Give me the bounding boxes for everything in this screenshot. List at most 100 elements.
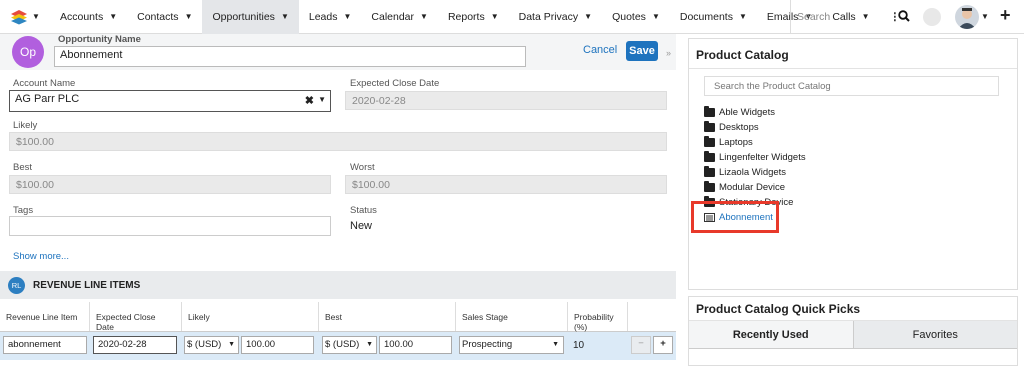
likely-label: Likely [13, 120, 38, 131]
tags-input[interactable] [9, 216, 331, 236]
nav-item-label: Quotes [612, 10, 646, 23]
search-placeholder: Search [797, 11, 831, 23]
best-label: Best [13, 162, 33, 173]
folder-icon [704, 106, 715, 117]
remove-row-button[interactable]: − [631, 336, 651, 354]
best-currency-select[interactable]: $ (USD) ▼ [322, 336, 377, 354]
record-view: Op Opportunity Name Abonnement Cancel Sa… [0, 34, 676, 366]
nav-item-reports[interactable]: Reports ▼ [438, 0, 509, 34]
col-expected-close-date[interactable]: Expected Close Date [90, 302, 182, 332]
catalog-search-input[interactable]: Search the Product Catalog [704, 76, 999, 96]
nav-item-calendar[interactable]: Calendar ▼ [361, 0, 438, 34]
chevron-down-icon[interactable]: ▼ [281, 12, 289, 21]
account-name-label: Account Name [13, 78, 76, 89]
col-probability[interactable]: Probability (%) [568, 302, 628, 332]
user-menu-chevron-icon[interactable]: ▼ [981, 12, 989, 21]
nav-item-quotes[interactable]: Quotes ▼ [602, 0, 670, 34]
nav-item-leads[interactable]: Leads ▼ [299, 0, 362, 34]
quick-create-plus-icon[interactable]: + [1000, 5, 1011, 26]
col-best[interactable]: Best [319, 302, 456, 331]
catalog-folder[interactable]: Modular Device [704, 180, 806, 195]
nav-item-label: Accounts [60, 10, 104, 23]
status-label: Status [350, 205, 377, 216]
add-row-button[interactable]: + [653, 336, 673, 354]
rli-probability-value: 10 [573, 340, 585, 351]
show-more-link[interactable]: Show more... [13, 251, 69, 262]
search-icon[interactable] [898, 10, 910, 22]
global-search-input[interactable]: Search [790, 0, 920, 34]
opportunity-name-input[interactable]: Abonnement [54, 46, 526, 67]
catalog-folder[interactable]: Desktops [704, 120, 806, 135]
chevron-down-icon[interactable]: ▼ [420, 12, 428, 21]
col-likely[interactable]: Likely [182, 302, 319, 331]
folder-label: Lingenfelter Widgets [719, 152, 806, 163]
user-avatar[interactable] [955, 5, 979, 29]
account-name-value: AG Parr PLC [15, 93, 80, 105]
nav-item-contacts[interactable]: Contacts ▼ [127, 0, 202, 34]
chevron-down-icon[interactable]: ▼ [652, 12, 660, 21]
catalog-folder[interactable]: Laptops [704, 135, 806, 150]
folder-icon [704, 151, 715, 162]
nav-item-data-privacy[interactable]: Data Privacy ▼ [509, 0, 602, 34]
user-photo-icon [958, 8, 976, 29]
opportunity-module-icon: Op [12, 36, 44, 68]
col-sales-stage[interactable]: Sales Stage [456, 302, 568, 331]
rli-table-header: Revenue Line Item Expected Close Date Li… [0, 302, 676, 332]
panel-collapse-handle[interactable]: » [666, 48, 671, 58]
save-button[interactable]: Save [626, 41, 658, 61]
rli-likely-input[interactable]: 100.00 [241, 336, 314, 354]
folder-label: Desktops [719, 122, 759, 133]
likely-field: $100.00 [9, 132, 667, 151]
folder-icon [704, 121, 715, 132]
app-logo-menu[interactable]: ▼ [0, 0, 50, 34]
chevron-down-icon: ▼ [366, 341, 373, 348]
tab-recently-used[interactable]: Recently Used [689, 321, 853, 348]
folder-label: Laptops [719, 137, 753, 148]
opportunity-name-label: Opportunity Name [58, 34, 141, 45]
col-revenue-line-item[interactable]: Revenue Line Item [0, 302, 90, 331]
worst-label: Worst [350, 162, 375, 173]
folder-label: Modular Device [719, 182, 785, 193]
nav-item-documents[interactable]: Documents ▼ [670, 0, 757, 34]
chevron-down-icon[interactable]: ▼ [185, 12, 193, 21]
rli-best-input[interactable]: 100.00 [379, 336, 452, 354]
clear-icon[interactable]: ✖ [305, 94, 314, 107]
rli-row: abonnement 2020-02-28 $ (USD) ▼ 100.00 $ … [0, 332, 676, 360]
status-value[interactable]: New [350, 220, 372, 232]
catalog-folder[interactable]: Able Widgets [704, 105, 806, 120]
catalog-folder[interactable]: Lingenfelter Widgets [704, 150, 806, 165]
chevron-down-icon[interactable]: ▼ [584, 12, 592, 21]
rli-panel-header[interactable]: RL REVENUE LINE ITEMS [0, 271, 676, 299]
nav-item-opportunities[interactable]: Opportunities ▼ [202, 0, 299, 34]
quick-picks-tabs: Recently Used Favorites [689, 321, 1017, 349]
tab-favorites[interactable]: Favorites [852, 321, 1017, 348]
chevron-down-icon[interactable]: ▼ [109, 12, 117, 21]
rli-item-input[interactable]: abonnement [3, 336, 87, 354]
chevron-down-icon[interactable]: ▼ [739, 12, 747, 21]
folder-label: Lizaola Widgets [719, 167, 787, 178]
nav-item-label: Reports [447, 10, 485, 23]
chevron-down-icon[interactable]: ▼ [318, 95, 326, 104]
folder-icon [704, 166, 715, 177]
nav-item-accounts[interactable]: Accounts ▼ [50, 0, 127, 34]
nav-item-label: Calendar [371, 10, 415, 23]
expected-close-date-label: Expected Close Date [350, 78, 440, 89]
notifications-avatar[interactable] [923, 8, 941, 26]
catalog-folder[interactable]: Lizaola Widgets [704, 165, 806, 180]
chevron-down-icon[interactable]: ▼ [343, 12, 351, 21]
record-header: Op Opportunity Name Abonnement Cancel Sa… [0, 34, 676, 70]
rli-date-input[interactable]: 2020-02-28 [93, 336, 177, 354]
rli-module-icon: RL [8, 276, 25, 294]
folder-icon [704, 181, 715, 192]
sales-stage-select[interactable]: Prospecting ▼ [459, 336, 564, 354]
chevron-down-icon: ▼ [552, 341, 559, 348]
nav-item-label: Documents [679, 10, 733, 23]
worst-field: $100.00 [345, 175, 667, 194]
chevron-down-icon[interactable]: ▼ [491, 12, 499, 21]
product-catalog-title: Product Catalog [689, 39, 1017, 69]
likely-currency-select[interactable]: $ (USD) ▼ [184, 336, 239, 354]
account-name-select[interactable]: AG Parr PLC ✖ ▼ [9, 90, 331, 112]
chevron-down-icon: ▼ [32, 12, 40, 21]
cancel-button[interactable]: Cancel [583, 44, 617, 56]
folder-icon [704, 136, 715, 147]
